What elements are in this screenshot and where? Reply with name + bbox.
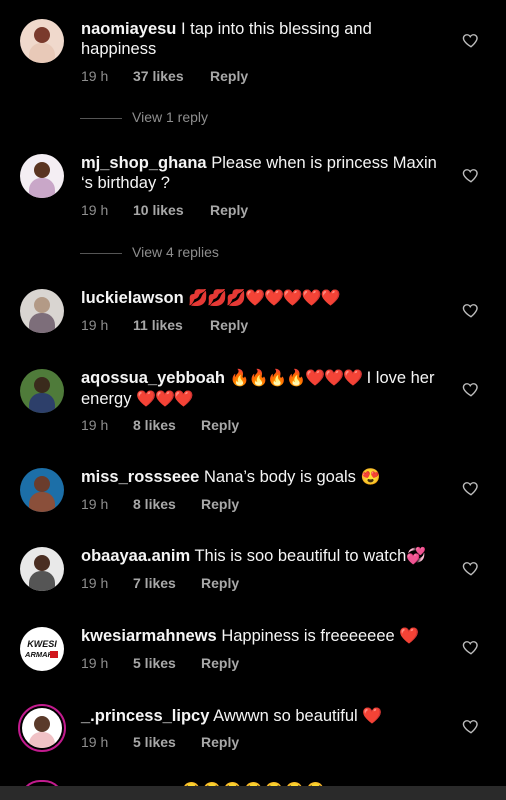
comment-username[interactable]: aqossua_yebboah bbox=[81, 369, 225, 387]
comment-text: _.princess_lipcy Awwwn so beautiful ❤️ bbox=[81, 706, 451, 727]
emoji-text: 😍 bbox=[360, 469, 381, 486]
kwesi-armah-logo: KWESI ARMAH bbox=[24, 639, 58, 659]
emoji-text: ❤️❤️❤️ bbox=[136, 391, 194, 408]
reply-button[interactable]: Reply bbox=[210, 202, 248, 218]
comment-likes[interactable]: 5 likes bbox=[133, 655, 176, 671]
comment-body: Awwwn so beautiful bbox=[213, 707, 358, 725]
heart-outline-icon[interactable] bbox=[462, 166, 480, 184]
comment-time: 19 h bbox=[81, 317, 109, 333]
comment-text: luckielawson 💋💋💋❤️❤️❤️❤️❤️ bbox=[81, 288, 451, 309]
comment-likes[interactable]: 8 likes bbox=[133, 496, 176, 512]
comment-time: 19 h bbox=[81, 496, 109, 512]
comment-time: 19 h bbox=[81, 202, 109, 218]
heart-outline-icon[interactable] bbox=[462, 479, 480, 497]
emoji-text: 💞 bbox=[406, 548, 426, 565]
divider bbox=[80, 118, 122, 119]
comment-username[interactable]: kwesiarmahnews bbox=[81, 627, 217, 645]
comment-text: mj_shop_ghana Please when is princess Ma… bbox=[81, 153, 451, 193]
comment-body: Happiness is freeeeeee bbox=[221, 627, 395, 645]
comment-username[interactable]: mj_shop_ghana bbox=[81, 154, 207, 172]
view-replies-label: View 4 replies bbox=[132, 244, 219, 260]
heart-outline-icon[interactable] bbox=[462, 559, 480, 577]
reply-button[interactable]: Reply bbox=[201, 575, 239, 591]
comment-body: This is soo beautiful to watch bbox=[194, 547, 407, 565]
comment-likes[interactable]: 37 likes bbox=[133, 68, 184, 84]
comment-text: naomiayesu I tap into this blessing and … bbox=[81, 19, 451, 59]
comment-likes[interactable]: 10 likes bbox=[133, 202, 184, 218]
reply-button[interactable]: Reply bbox=[210, 317, 248, 333]
emoji-text: 💋💋💋❤️❤️❤️❤️❤️ bbox=[188, 290, 340, 307]
comment-likes[interactable]: 7 likes bbox=[133, 575, 176, 591]
reply-button[interactable]: Reply bbox=[201, 417, 239, 433]
heart-outline-icon[interactable] bbox=[462, 638, 480, 656]
comment-time: 19 h bbox=[81, 68, 109, 84]
emoji-text: 🔥🔥🔥🔥❤️❤️❤️ bbox=[229, 370, 363, 387]
avatar[interactable] bbox=[20, 154, 64, 198]
svg-text:KWESI: KWESI bbox=[27, 639, 57, 649]
reply-button[interactable]: Reply bbox=[201, 496, 239, 512]
comment-username[interactable]: miss_rossseee bbox=[81, 468, 199, 486]
avatar[interactable] bbox=[20, 468, 64, 512]
avatar[interactable] bbox=[20, 547, 64, 591]
avatar[interactable] bbox=[18, 704, 66, 752]
svg-text:ARMAH: ARMAH bbox=[24, 650, 53, 659]
comment-likes[interactable]: 8 likes bbox=[133, 417, 176, 433]
comment-time: 19 h bbox=[81, 655, 109, 671]
comment-likes[interactable]: 11 likes bbox=[133, 317, 183, 333]
reply-button[interactable]: Reply bbox=[210, 68, 248, 84]
heart-outline-icon[interactable] bbox=[462, 380, 480, 398]
avatar[interactable] bbox=[20, 289, 64, 333]
bottom-bar bbox=[0, 786, 506, 800]
emoji-text: ❤️ bbox=[362, 708, 382, 725]
avatar[interactable] bbox=[20, 19, 64, 63]
comment-body: Nana’s body is goals bbox=[203, 468, 356, 486]
comment-time: 19 h bbox=[81, 734, 109, 750]
comment-likes[interactable]: 5 likes bbox=[133, 734, 176, 750]
emoji-text: ❤️ bbox=[399, 628, 419, 645]
comment-username[interactable]: _.princess_lipcy bbox=[81, 707, 209, 725]
reply-button[interactable]: Reply bbox=[201, 734, 239, 750]
comment-time: 19 h bbox=[81, 575, 109, 591]
heart-outline-icon[interactable] bbox=[462, 31, 480, 49]
reply-button[interactable]: Reply bbox=[201, 655, 239, 671]
view-replies-label: View 1 reply bbox=[132, 109, 209, 125]
comment-text: kwesiarmahnews Happiness is freeeeeee ❤️ bbox=[81, 626, 451, 647]
comment-text: obaayaa.anim This is soo beautiful to wa… bbox=[81, 546, 451, 567]
comment-username[interactable]: naomiayesu bbox=[81, 20, 176, 38]
divider bbox=[80, 253, 122, 254]
comment-text: miss_rossseee Nana’s body is goals 😍 bbox=[81, 467, 451, 488]
heart-outline-icon[interactable] bbox=[462, 301, 480, 319]
avatar[interactable]: KWESI ARMAH bbox=[20, 627, 64, 671]
comment-username[interactable]: obaayaa.anim bbox=[81, 547, 190, 565]
comment-text: aqossua_yebboah 🔥🔥🔥🔥❤️❤️❤️ I love her en… bbox=[81, 368, 451, 410]
avatar[interactable] bbox=[20, 369, 64, 413]
heart-outline-icon[interactable] bbox=[462, 717, 480, 735]
comment-username[interactable]: luckielawson bbox=[81, 289, 184, 307]
comment-time: 19 h bbox=[81, 417, 109, 433]
